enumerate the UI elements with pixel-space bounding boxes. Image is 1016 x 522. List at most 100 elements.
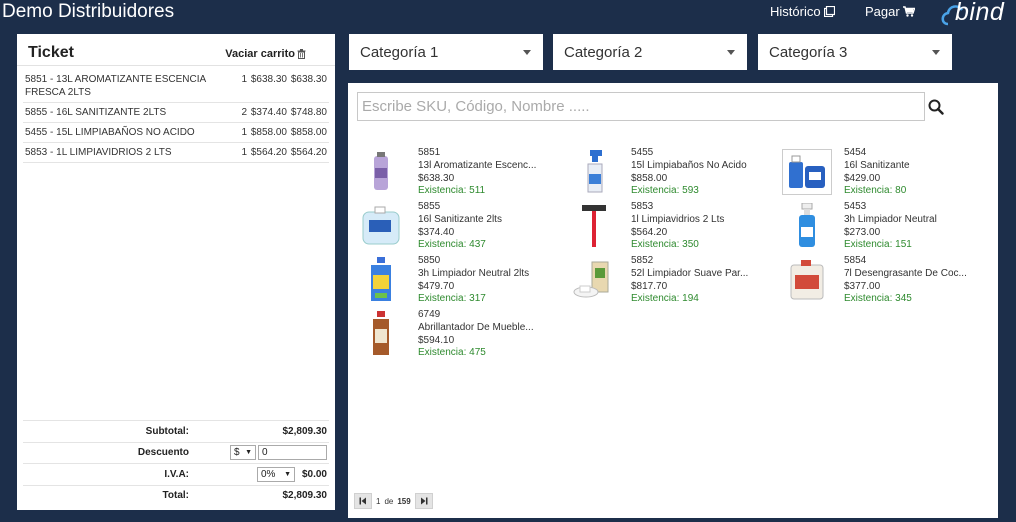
- discount-type-value: $: [234, 447, 240, 459]
- line-description: 5455 - 15L LIMPIABAÑOS NO ACIDO: [25, 127, 195, 138]
- products-panel: Escribe SKU, Código, Nombre ..... 5851 1…: [348, 83, 998, 518]
- iva-row: I.V.A: 0% ▼ $0.00: [23, 463, 329, 485]
- product-name: 3h Limpiador Neutral: [844, 213, 937, 225]
- product-name: 16l Sanitizante: [844, 159, 910, 171]
- category-1-select[interactable]: Categoría 1: [349, 34, 543, 70]
- category-2-select[interactable]: Categoría 2: [553, 34, 747, 70]
- iva-rate-select[interactable]: 0% ▼: [257, 466, 295, 482]
- product-name: 15l Limpiabaños No Acido: [631, 159, 747, 171]
- search-icon[interactable]: [928, 99, 944, 115]
- iva-value: $0.00: [301, 468, 327, 480]
- product-card[interactable]: 5453 3h Limpiador Neutral $273.00 Existe…: [782, 201, 992, 253]
- ticket-header: Ticket Vaciar carrito: [17, 34, 335, 66]
- product-card[interactable]: 5853 1l Limpiavidrios 2 Lts $564.20 Exis…: [569, 201, 779, 253]
- ticket-panel: Ticket Vaciar carrito 5851 - 13L AROMATI…: [17, 34, 335, 510]
- product-card[interactable]: 5852 52l Limpiador Suave Par... $817.70 …: [569, 255, 779, 307]
- product-sku: 5454: [844, 147, 867, 158]
- soft-cleaner-pack-icon: [569, 257, 619, 303]
- trash-icon: [297, 49, 306, 59]
- product-name: Abrillantador De Mueble...: [418, 321, 534, 333]
- first-page-button[interactable]: [354, 493, 372, 509]
- product-sku: 5851: [418, 147, 441, 158]
- polish-bottle-icon: [356, 311, 406, 357]
- category-3-label: Categoría 3: [769, 43, 848, 61]
- product-name: 13l Aromatizante Escenc...: [418, 159, 537, 171]
- total-row: Total: $2,809.30: [23, 484, 329, 507]
- line-total: $564.20: [290, 147, 327, 158]
- spray-bottle-icon: [569, 149, 619, 195]
- history-label: Histórico: [770, 4, 821, 19]
- product-sku: 5455: [631, 147, 654, 158]
- ticket-lines: 5851 - 13L AROMATIZANTE ESCENCIA FRESCA …: [23, 70, 329, 163]
- aerosol-can-icon: [356, 149, 406, 195]
- pay-label: Pagar: [865, 4, 900, 19]
- line-quantity: 1: [241, 147, 247, 158]
- product-card[interactable]: 5855 16l Sanitizante 2lts $374.40 Existe…: [356, 201, 566, 253]
- logo-text: bind: [955, 0, 1005, 26]
- category-3-select[interactable]: Categoría 3: [758, 34, 952, 70]
- ticket-line[interactable]: 5855 - 16L SANITIZANTE 2LTS 2 $374.40 $7…: [23, 103, 329, 123]
- discount-label: Descuento: [137, 447, 189, 459]
- degreaser-jug-icon: [782, 257, 832, 303]
- ticket-line[interactable]: 5851 - 13L AROMATIZANTE ESCENCIA FRESCA …: [23, 70, 329, 103]
- sanitizer-bottles-icon: [782, 149, 832, 195]
- category-2-label: Categoría 2: [564, 43, 643, 61]
- product-stock: Existencia: 194: [631, 293, 699, 305]
- product-price: $479.70: [418, 280, 455, 292]
- subtotal-row: Subtotal: $2,809.30: [23, 420, 329, 442]
- history-link[interactable]: Histórico: [770, 4, 835, 19]
- product-stock: Existencia: 151: [844, 239, 912, 251]
- product-price: $858.00: [631, 172, 668, 184]
- product-sku: 5850: [418, 255, 441, 266]
- product-card[interactable]: 5455 15l Limpiabaños No Acido $858.00 Ex…: [569, 147, 779, 199]
- product-stock: Existencia: 437: [418, 239, 486, 251]
- subtotal-label: Subtotal:: [145, 425, 189, 437]
- top-bar: Demo Distribuidores Histórico Pagar bind: [0, 0, 1016, 30]
- search-input[interactable]: Escribe SKU, Código, Nombre .....: [357, 92, 925, 121]
- product-name: 52l Limpiador Suave Par...: [631, 267, 749, 279]
- discount-row: Descuento $ ▼ 0: [23, 441, 329, 464]
- empty-cart-button[interactable]: Vaciar carrito: [225, 48, 306, 60]
- product-price: $594.10: [418, 334, 455, 346]
- total-label: Total:: [162, 490, 189, 502]
- chevron-down-icon: [523, 49, 531, 55]
- product-price: $817.70: [631, 280, 668, 292]
- product-name: 7l Desengrasante De Coc...: [844, 267, 967, 279]
- product-card[interactable]: 5454 16l Sanitizante $429.00 Existencia:…: [782, 147, 992, 199]
- product-stock: Existencia: 350: [631, 239, 699, 251]
- ticket-title: Ticket: [28, 44, 74, 61]
- product-price: $564.20: [631, 226, 668, 238]
- ticket-line[interactable]: 5853 - 1L LIMPIAVIDRIOS 2 LTS 1 $564.20 …: [23, 143, 329, 163]
- product-price: $374.40: [418, 226, 455, 238]
- line-price: $564.20: [250, 147, 287, 158]
- product-sku: 5453: [844, 201, 867, 212]
- ticket-totals: Subtotal: $2,809.30 Descuento $ ▼ 0 I.V.…: [23, 420, 329, 506]
- product-card[interactable]: 5851 13l Aromatizante Escenc... $638.30 …: [356, 147, 566, 199]
- product-stock: Existencia: 317: [418, 293, 486, 305]
- chevron-down-icon: [727, 49, 735, 55]
- total-value: $2,809.30: [282, 490, 328, 502]
- blue-spray-bottle-icon: [782, 203, 832, 249]
- last-page-button[interactable]: [414, 493, 433, 509]
- pay-link[interactable]: Pagar: [865, 4, 915, 19]
- product-card[interactable]: 5854 7l Desengrasante De Coc... $377.00 …: [782, 255, 992, 307]
- product-card[interactable]: 6749 Abrillantador De Mueble... $594.10 …: [356, 309, 566, 361]
- pagination: 1 de 159: [354, 493, 433, 509]
- product-sku: 6749: [418, 309, 441, 320]
- current-page: 1: [376, 496, 381, 506]
- product-name: 1l Limpiavidrios 2 Lts: [631, 213, 725, 225]
- product-stock: Existencia: 475: [418, 347, 486, 359]
- line-price: $858.00: [250, 127, 287, 138]
- subtotal-value: $2,809.30: [282, 425, 328, 437]
- discount-input[interactable]: 0: [258, 445, 327, 461]
- chevron-down-icon: ▼: [284, 470, 291, 478]
- iva-rate-value: 0%: [261, 468, 276, 480]
- line-quantity: 2: [241, 107, 247, 118]
- discount-type-select[interactable]: $ ▼: [230, 445, 256, 461]
- page-of-label: de: [384, 496, 394, 506]
- ticket-line[interactable]: 5455 - 15L LIMPIABAÑOS NO ACIDO 1 $858.0…: [23, 123, 329, 143]
- jug-icon: [356, 203, 406, 249]
- product-card[interactable]: 5850 3h Limpiador Neutral 2lts $479.70 E…: [356, 255, 566, 307]
- line-total: $638.30: [290, 74, 327, 85]
- product-price: $273.00: [844, 226, 881, 238]
